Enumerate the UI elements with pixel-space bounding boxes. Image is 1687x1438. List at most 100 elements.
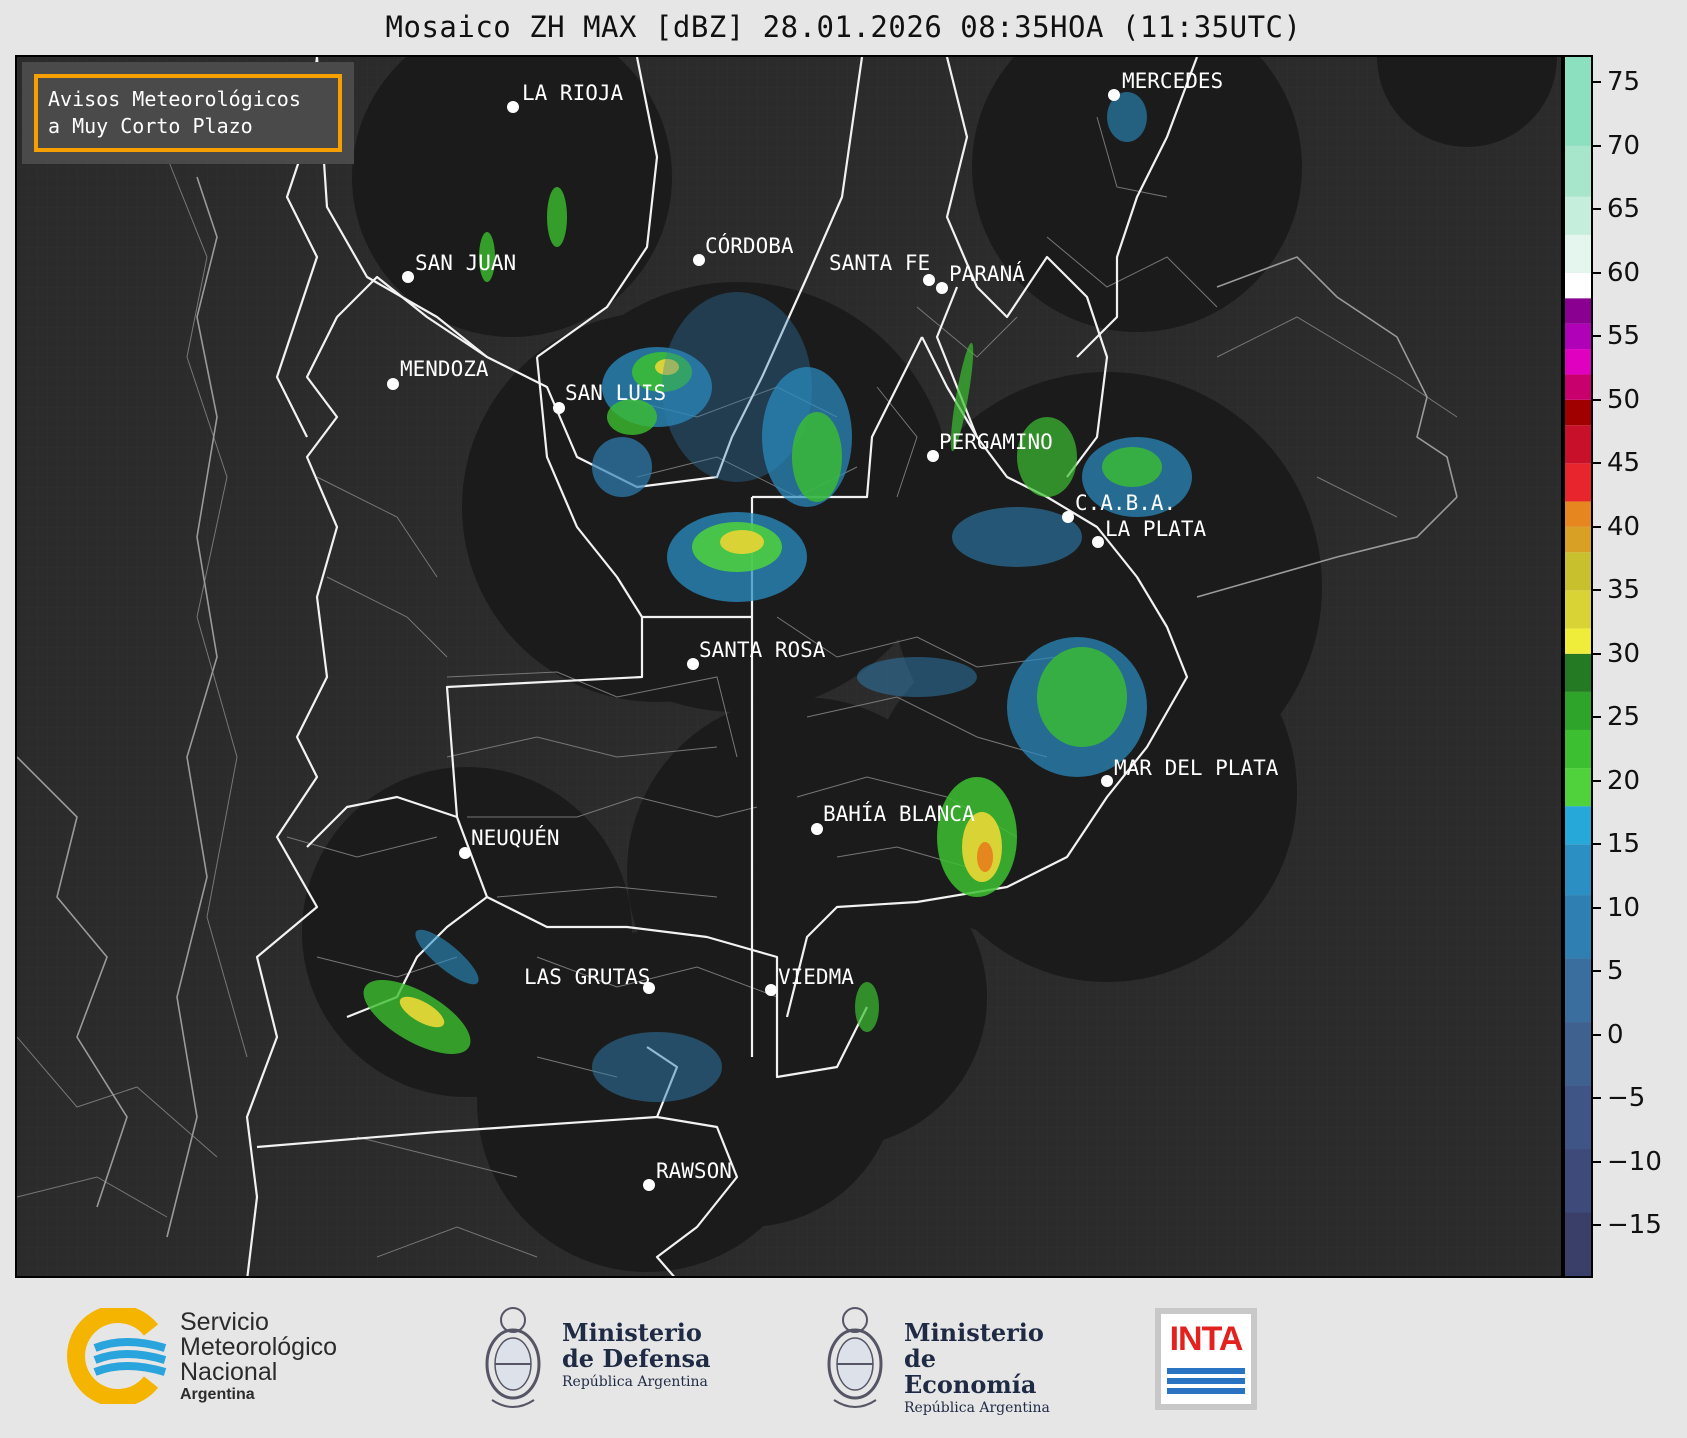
- warning-panel[interactable]: Avisos Meteorológicos a Muy Corto Plazo: [22, 62, 354, 164]
- colorbar-tick-label: 40: [1607, 511, 1641, 542]
- defensa-line-3: República Argentina: [562, 1374, 708, 1390]
- colorbar-band-14: [1565, 552, 1591, 591]
- colorbar-band-9: [1565, 729, 1591, 769]
- warning-panel-border[interactable]: Avisos Meteorológicos a Muy Corto Plazo: [34, 74, 342, 152]
- warning-line-2: a Muy Corto Plazo: [48, 114, 253, 138]
- colorbar-tick-label: 25: [1607, 702, 1641, 733]
- colorbar-tick: −5: [1593, 1082, 1645, 1114]
- economia-line-1: Ministerio: [904, 1318, 1044, 1347]
- colorbar-tick: 25: [1593, 701, 1640, 733]
- colorbar-tick: 40: [1593, 511, 1640, 543]
- city-dot-mercedes[interactable]: [1108, 89, 1120, 101]
- economia-logo[interactable]: Ministerio de Economía República Argenti…: [820, 1300, 1070, 1420]
- colorbar-band-19: [1565, 399, 1591, 426]
- colorbar-band-21: [1565, 349, 1591, 375]
- smn-line-3: Nacional: [180, 1358, 278, 1386]
- city-label-santa-fe: SANTA FE: [829, 251, 930, 275]
- city-dot-rawson[interactable]: [643, 1179, 655, 1191]
- colorbar-band-4: [1565, 958, 1591, 1023]
- colorbar-tick-mark: [1593, 589, 1601, 592]
- city-dot-mendoza[interactable]: [387, 378, 399, 390]
- colorbar-tick-mark: [1593, 1224, 1601, 1227]
- city-label-rawson: RAWSON: [656, 1159, 732, 1183]
- colorbar-tick-label: 0: [1607, 1019, 1624, 1050]
- colorbar-tick-mark: [1593, 970, 1601, 973]
- city-label-la-rioja: LA RIOJA: [522, 81, 624, 105]
- colorbar-tick-mark: [1593, 398, 1601, 401]
- colorbar-tick: 65: [1593, 193, 1640, 225]
- colorbar-band-0: [1565, 1212, 1591, 1276]
- city-dot-caba[interactable]: [1062, 511, 1074, 523]
- colorbar-band-8: [1565, 768, 1591, 807]
- colorbar-tick-mark: [1593, 652, 1601, 655]
- colorbar-tick-mark: [1593, 1033, 1601, 1036]
- colorbar-tick-mark: [1593, 779, 1601, 782]
- colorbar-bands: [1565, 57, 1591, 1276]
- city-dot-santa-fe[interactable]: [923, 274, 935, 286]
- city-dot-bahia-blanca[interactable]: [811, 823, 823, 835]
- colorbar-tick-mark: [1593, 906, 1601, 909]
- colorbar-tick: 20: [1593, 765, 1640, 797]
- colorbar-band-28: [1565, 57, 1591, 146]
- colorbar-ticks: 75 70 65 60 55 50 45 40 35 30 25 20 15 10 5 0 −5 −10 −15: [1593, 55, 1687, 1278]
- colorbar-tick-label: −5: [1607, 1083, 1646, 1114]
- colorbar-tick-label: 10: [1607, 892, 1641, 923]
- colorbar-tick: 10: [1593, 892, 1640, 924]
- colorbar-tick-mark: [1593, 462, 1601, 465]
- city-dot-pergamino[interactable]: [927, 450, 939, 462]
- inta-wordmark: INTA: [1169, 1320, 1244, 1358]
- colorbar-band-24: [1565, 272, 1591, 299]
- colorbar-band-3: [1565, 1022, 1591, 1086]
- colorbar-tick-label: 35: [1607, 575, 1641, 606]
- city-dot-la-plata[interactable]: [1092, 536, 1104, 548]
- radar-map[interactable]: LA RIOJA MERCEDES CÓRDOBA SAN JUAN SANTA…: [15, 55, 1563, 1278]
- city-dot-santa-rosa[interactable]: [687, 658, 699, 670]
- city-dot-cordoba[interactable]: [693, 254, 705, 266]
- city-dot-parana[interactable]: [936, 282, 948, 294]
- colorbar-tick-label: 75: [1607, 67, 1641, 98]
- national-shield-icon: [827, 1307, 883, 1408]
- city-dot-viedma[interactable]: [765, 984, 777, 996]
- city-dot-la-rioja[interactable]: [507, 101, 519, 113]
- colorbar-tick-label: 30: [1607, 638, 1641, 669]
- city-dot-san-juan[interactable]: [402, 271, 414, 283]
- colorbar-tick: 60: [1593, 257, 1640, 289]
- city-label-bahia-blanca: BAHÍA BLANCA: [823, 801, 975, 826]
- colorbar-tick-mark: [1593, 208, 1601, 211]
- colorbar-band-26: [1565, 196, 1591, 235]
- footer-logos: Servicio Meteorológico Nacional Argentin…: [0, 1280, 1687, 1438]
- colorbar-tick-label: 70: [1607, 130, 1641, 161]
- city-label-parana: PARANÁ: [949, 261, 1025, 286]
- city-label-santa-rosa: SANTA ROSA: [699, 638, 826, 662]
- inta-logo[interactable]: INTA: [1155, 1308, 1257, 1410]
- colorbar-tick-mark: [1593, 81, 1601, 84]
- city-dot-mar-del-plata[interactable]: [1101, 775, 1113, 787]
- colorbar-tick: −15: [1593, 1209, 1662, 1241]
- smn-logo[interactable]: Servicio Meteorológico Nacional Argentin…: [65, 1308, 395, 1408]
- colorbar-band-18: [1565, 425, 1591, 464]
- colorbar-band-10: [1565, 691, 1591, 730]
- colorbar-tick-label: 65: [1607, 194, 1641, 225]
- colorbar-band-22: [1565, 323, 1591, 350]
- city-dot-san-luis[interactable]: [553, 402, 565, 414]
- colorbar-tick: 75: [1593, 66, 1640, 98]
- smn-line-2: Meteorológico: [180, 1333, 338, 1361]
- city-label-mar-del-plata: MAR DEL PLATA: [1114, 756, 1279, 780]
- defensa-line-1: Ministerio: [562, 1318, 702, 1347]
- colorbar-tick: 15: [1593, 828, 1640, 860]
- smn-line-4: Argentina: [180, 1386, 255, 1403]
- colorbar-band-11: [1565, 653, 1591, 692]
- colorbar-tick: −10: [1593, 1146, 1662, 1178]
- city-label-caba: C.A.B.A.: [1075, 491, 1176, 515]
- colorbar-tick-label: −15: [1607, 1210, 1662, 1241]
- national-shield-icon: [485, 1307, 541, 1408]
- city-label-pergamino: PERGAMINO: [939, 430, 1053, 454]
- colorbar-tick-label: 5: [1607, 956, 1624, 987]
- colorbar-band-17: [1565, 463, 1591, 502]
- map-canvas[interactable]: LA RIOJA MERCEDES CÓRDOBA SAN JUAN SANTA…: [17, 57, 1563, 1278]
- city-label-mercedes: MERCEDES: [1122, 69, 1223, 93]
- city-dot-neuquen[interactable]: [459, 847, 471, 859]
- defensa-logo[interactable]: Ministerio de Defensa República Argentin…: [478, 1300, 718, 1420]
- colorbar-tick: 50: [1593, 384, 1640, 416]
- colorbar-tick-mark: [1593, 716, 1601, 719]
